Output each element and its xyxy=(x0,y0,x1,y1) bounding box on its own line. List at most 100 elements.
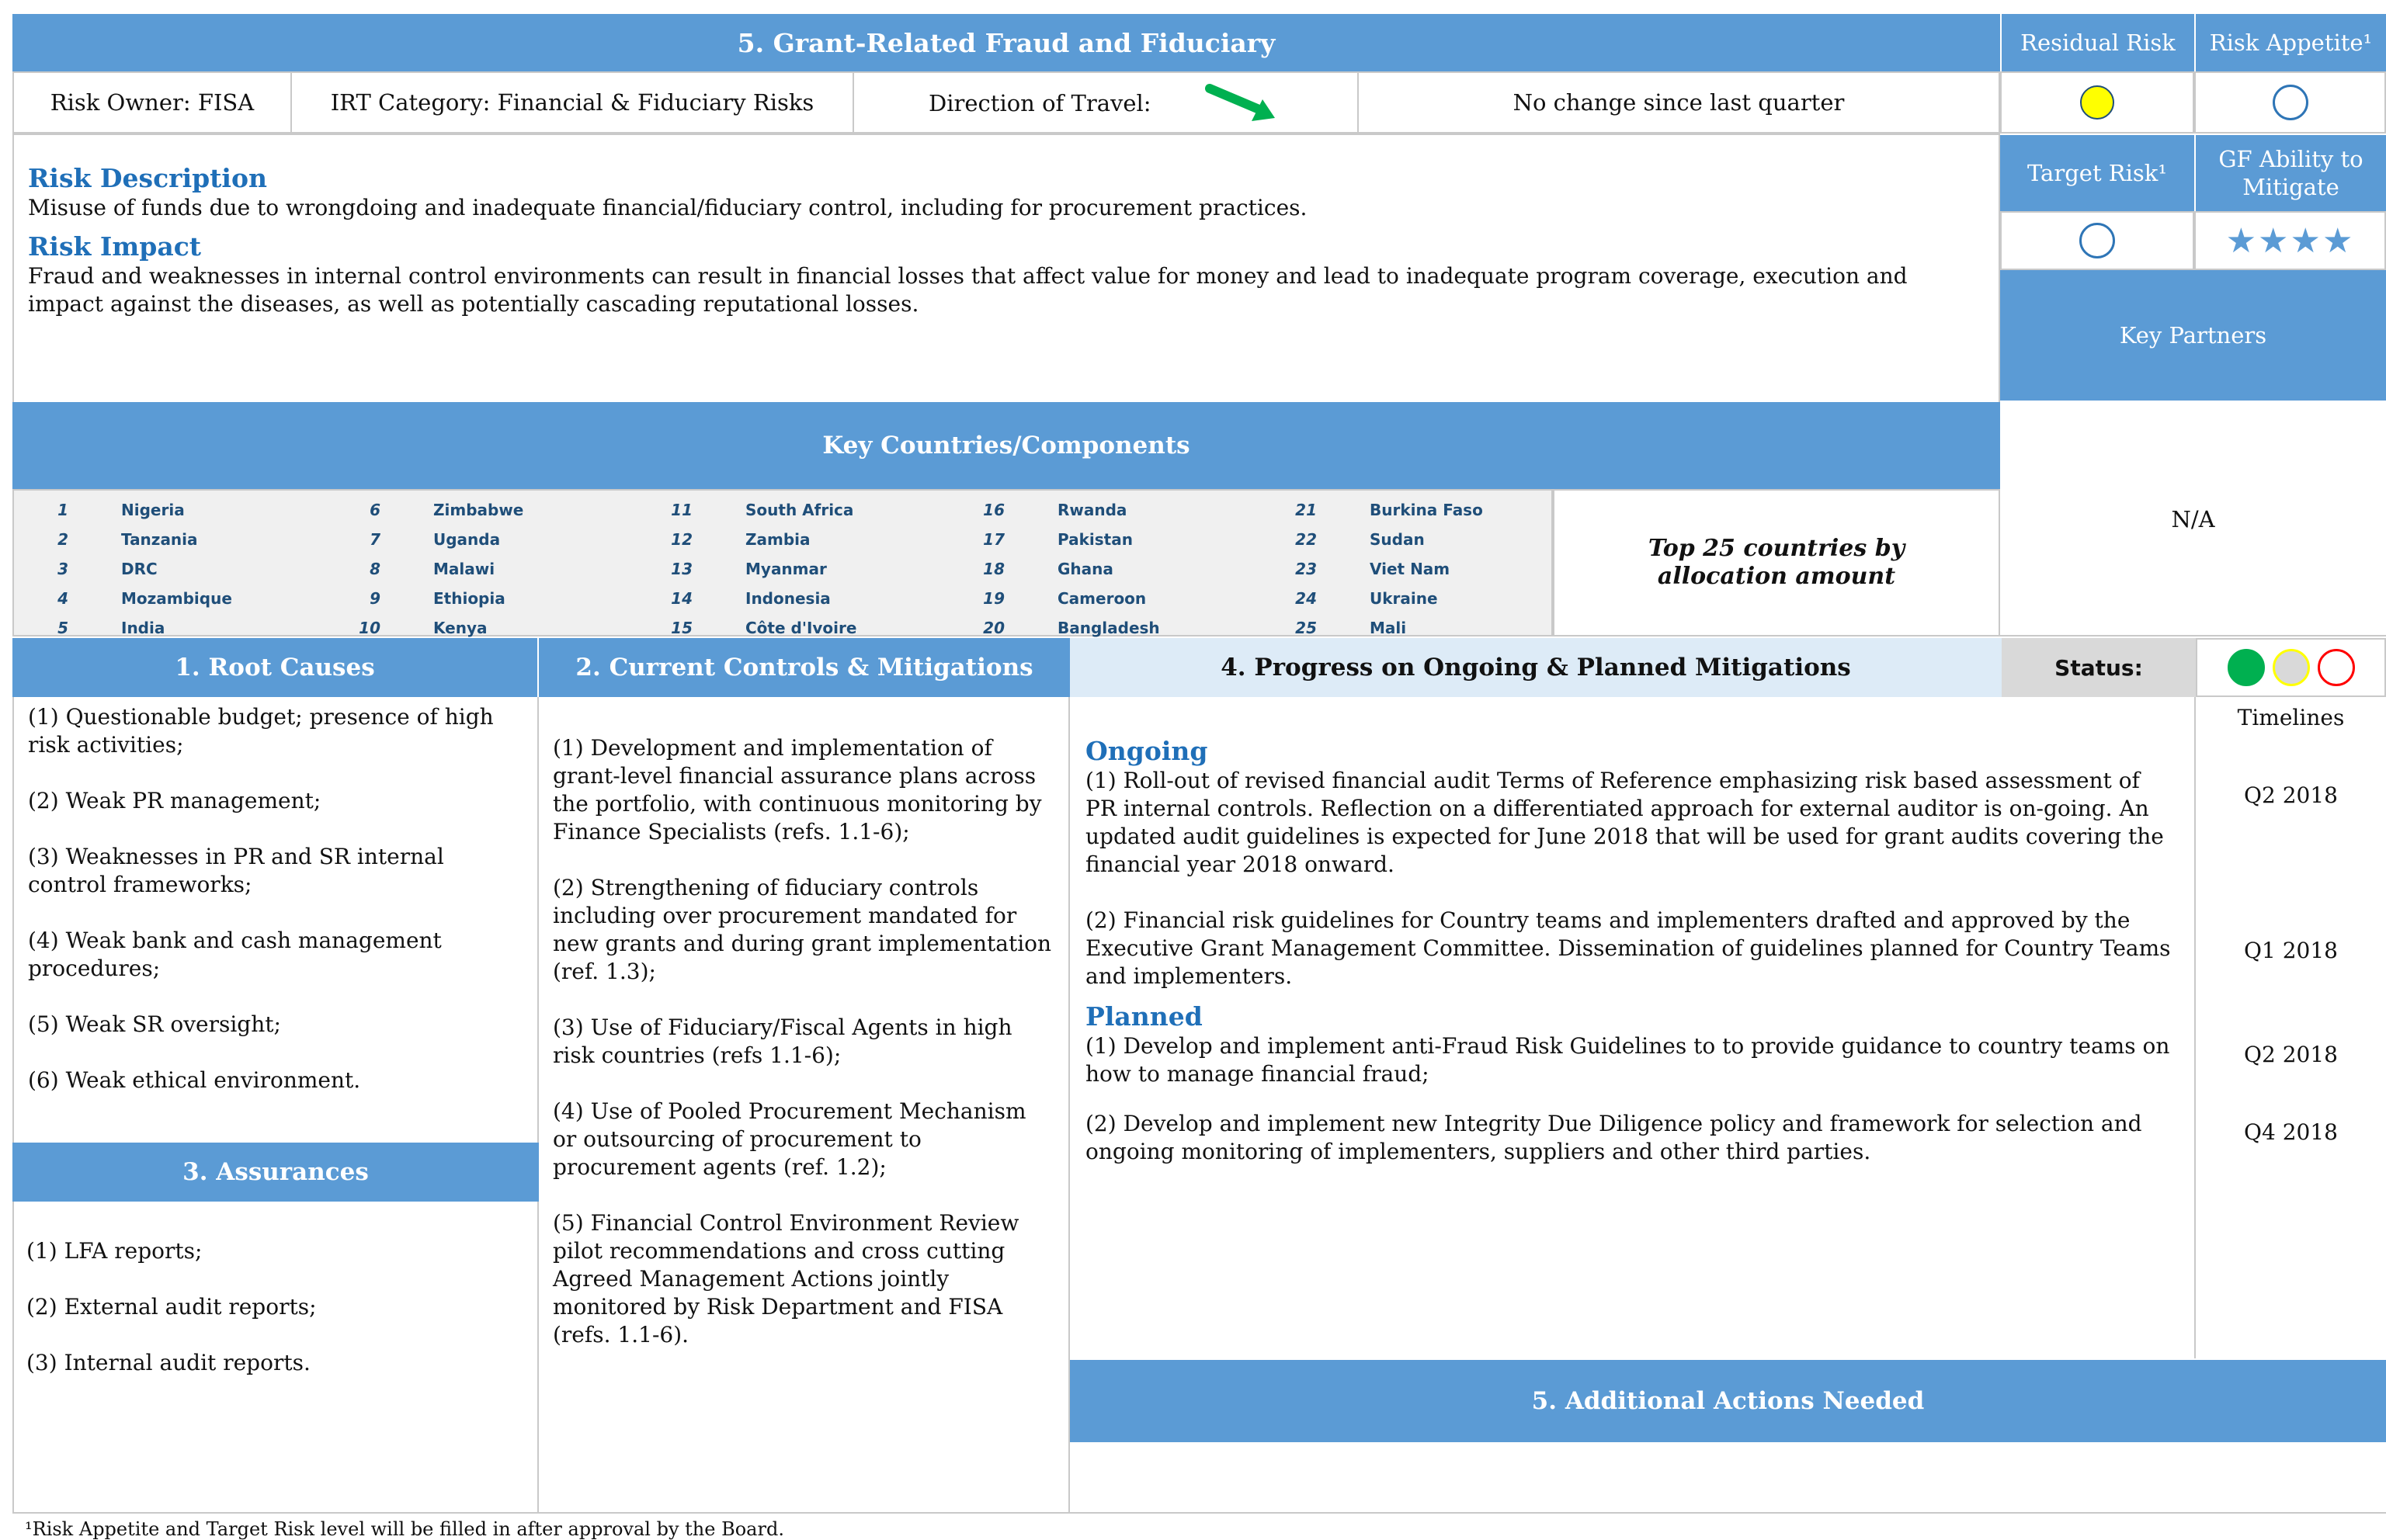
country-name: Ukraine xyxy=(1370,589,1438,608)
target-risk-header: Target Risk¹ xyxy=(2000,134,2194,211)
risk-description-text: Misuse of funds due to wrongdoing and in… xyxy=(28,195,1308,220)
status-red-icon xyxy=(2317,649,2355,686)
direction-note: No change since last quarter xyxy=(1513,89,1845,116)
root-cause-item: (4) Weak bank and cash management proced… xyxy=(28,928,442,981)
direction-label: Direction of Travel: xyxy=(929,90,1151,116)
timelines-label: Timelines xyxy=(2237,705,2345,730)
country-rank: 23 xyxy=(1295,560,1317,578)
country-rank: 18 xyxy=(983,560,1005,578)
irt-category-cell: IRT Category: Financial & Fiduciary Risk… xyxy=(290,71,854,134)
country-name: Ghana xyxy=(1058,560,1113,578)
country-item: 17 Pakistan xyxy=(950,525,1262,554)
country-item: 14 Indonesia xyxy=(638,584,950,613)
controls-list: (1) Development and implementation of gr… xyxy=(553,734,1054,1349)
country-item: 22 Sudan xyxy=(1262,525,1575,554)
root-cause-item: (6) Weak ethical environment. xyxy=(28,1067,361,1093)
country-rank: 11 xyxy=(671,501,693,519)
country-rank: 17 xyxy=(983,530,1005,549)
star-rating-icon: ★★★★ xyxy=(2225,220,2355,261)
country-name: Tanzania xyxy=(121,530,198,549)
risk-owner: Risk Owner: FISA xyxy=(50,89,255,116)
country-rank: 10 xyxy=(359,619,380,637)
country-rank: 4 xyxy=(57,589,68,608)
key-countries-note-cell: Top 25 countries by allocation amount xyxy=(1553,489,2000,636)
root-causes-panel: (1) Questionable budget; presence of hig… xyxy=(12,697,539,1143)
control-item: (5) Financial Control Environment Review… xyxy=(553,1210,1019,1348)
country-item: 3 DRC xyxy=(14,554,326,584)
country-name: Indonesia xyxy=(745,589,831,608)
assurances-list: (1) LFA reports; (2) External audit repor… xyxy=(26,1237,523,1377)
country-rank: 14 xyxy=(671,589,693,608)
country-item: 19 Cameroon xyxy=(950,584,1262,613)
timeline-3: Q2 2018 xyxy=(2244,1042,2338,1067)
key-countries-table: 1 Nigeria 6 Zimbabwe 11 South Africa 16 Rwanda 2… xyxy=(12,489,1553,637)
country-name: Ethiopia xyxy=(433,589,505,608)
timelines-panel: Timelines Q2 2018 Q1 2018 Q2 2018 Q4 201… xyxy=(2196,697,2386,1358)
timeline-4: Q4 2018 xyxy=(2244,1119,2338,1145)
country-rank: 16 xyxy=(983,501,1005,519)
country-item: 6 Zimbabwe xyxy=(326,495,638,525)
country-rank: 21 xyxy=(1295,501,1317,519)
assurance-item: (1) LFA reports; xyxy=(26,1238,203,1264)
key-partners-cell: N/A xyxy=(2000,401,2386,636)
ongoing-item-2: (2) Financial risk guidelines for Countr… xyxy=(1085,907,2171,989)
residual-risk-label: Residual Risk xyxy=(2020,29,2176,56)
key-countries-note: Top 25 countries by allocation amount xyxy=(1648,535,1905,590)
control-item: (2) Strengthening of fiduciary controls … xyxy=(553,875,1052,984)
table-bottom-divider xyxy=(12,1512,2386,1514)
status-indicators xyxy=(2196,638,2386,697)
country-name: Viet Nam xyxy=(1370,560,1450,578)
country-item: 4 Mozambique xyxy=(14,584,326,613)
country-name: Côte d'Ivoire xyxy=(745,619,857,637)
timeline-2: Q1 2018 xyxy=(2244,938,2338,963)
control-item: (1) Development and implementation of gr… xyxy=(553,735,1042,845)
country-name: DRC xyxy=(121,560,158,578)
gf-ability-header: GF Ability to Mitigate xyxy=(2194,134,2386,211)
controls-heading: 2. Current Controls & Mitigations xyxy=(575,654,1033,682)
country-item: 16 Rwanda xyxy=(950,495,1262,525)
country-rank: 13 xyxy=(671,560,693,578)
country-item: 8 Malawi xyxy=(326,554,638,584)
country-name: Myanmar xyxy=(745,560,827,578)
country-rank: 3 xyxy=(57,560,68,578)
risk-title: 5. Grant-Related Fraud and Fiduciary xyxy=(12,14,2000,71)
country-name: Malawi xyxy=(433,560,495,578)
country-name: Bangladesh xyxy=(1058,619,1160,637)
country-name: Zimbabwe xyxy=(433,501,524,519)
country-item: 9 Ethiopia xyxy=(326,584,638,613)
residual-risk-indicator xyxy=(2080,85,2114,120)
ongoing-item-1: (1) Roll-out of revised financial audit … xyxy=(1085,768,2164,877)
assurances-panel: (1) LFA reports; (2) External audit repor… xyxy=(12,1202,539,1512)
key-partners-label: Key Partners xyxy=(2119,322,2267,349)
assurances-header: 3. Assurances xyxy=(12,1143,539,1202)
progress-panel: Ongoing (1) Roll-out of revised financia… xyxy=(1070,697,2196,1358)
country-name: Zambia xyxy=(745,530,811,549)
risk-appetite-label: Risk Appetite¹ xyxy=(2209,29,2373,56)
country-rank: 15 xyxy=(671,619,693,637)
gf-ability-label: GF Ability to Mitigate xyxy=(2218,146,2363,200)
planned-heading: Planned xyxy=(1085,1001,1203,1032)
country-rank: 12 xyxy=(671,530,693,549)
key-partners-header: Key Partners xyxy=(2000,270,2386,401)
planned-item-2: (2) Develop and implement new Integrity … xyxy=(1085,1111,2142,1164)
country-grid: 1 Nigeria 6 Zimbabwe 11 South Africa 16 Rwanda 2… xyxy=(14,495,1551,643)
root-causes-list: (1) Questionable budget; presence of hig… xyxy=(28,703,523,1094)
country-item: 13 Myanmar xyxy=(638,554,950,584)
gf-ability-cell: ★★★★ xyxy=(2194,211,2386,270)
country-name: Mozambique xyxy=(121,589,232,608)
country-name: India xyxy=(121,619,165,637)
country-item: 1 Nigeria xyxy=(14,495,326,525)
control-item: (4) Use of Pooled Procurement Mechanism … xyxy=(553,1098,1026,1180)
country-name: Burkina Faso xyxy=(1370,501,1483,519)
direction-cell: Direction of Travel: xyxy=(853,71,1359,134)
key-partners-value: N/A xyxy=(2171,506,2215,532)
country-rank: 24 xyxy=(1295,589,1317,608)
country-name: South Africa xyxy=(745,501,854,519)
country-rank: 1 xyxy=(57,501,68,519)
country-item: 11 South Africa xyxy=(638,495,950,525)
additional-actions-header: 5. Additional Actions Needed xyxy=(1070,1360,2386,1442)
country-rank: 6 xyxy=(370,501,380,519)
assurances-heading: 3. Assurances xyxy=(182,1158,369,1186)
key-countries-header: Key Countries/Components xyxy=(12,402,2000,489)
direction-note-cell: No change since last quarter xyxy=(1357,71,2000,134)
